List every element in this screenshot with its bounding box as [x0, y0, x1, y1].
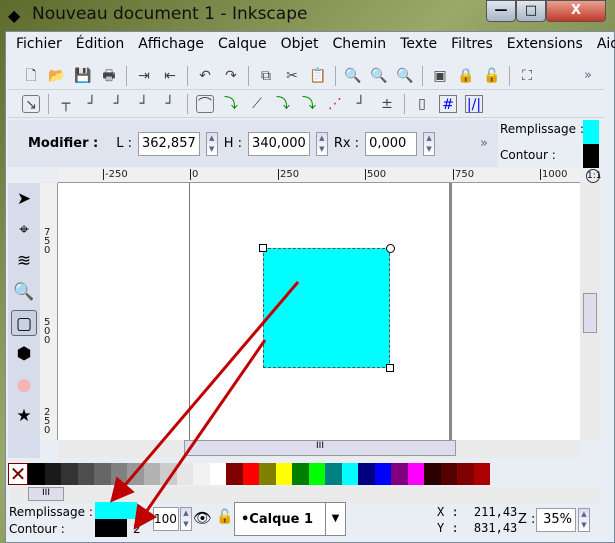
- annotation-arrows: [110, 281, 300, 530]
- arrow-to-fill: [110, 281, 300, 503]
- arrow-to-stroke: [133, 339, 267, 530]
